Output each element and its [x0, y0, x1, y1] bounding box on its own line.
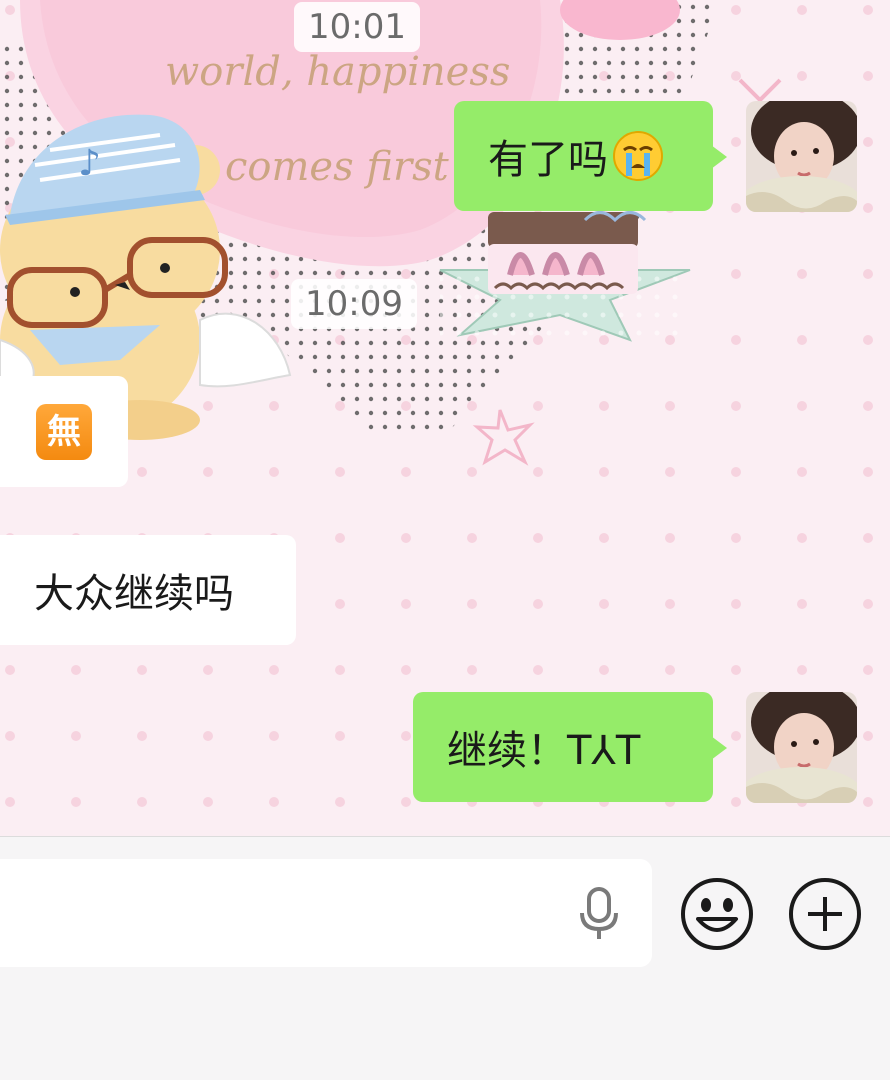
outgoing-message-bubble[interactable]: 继续！T⅄T [413, 692, 727, 802]
time-label: 10:01 [294, 2, 420, 52]
plus-icon[interactable] [788, 877, 862, 951]
outgoing-message-bubble[interactable]: 有了吗 [454, 101, 727, 211]
incoming-message-bubble[interactable]: 大众继续吗 [0, 535, 296, 645]
message-input[interactable] [0, 859, 652, 967]
free-of-charge-icon: 無 [36, 403, 92, 460]
message-text: 继续！T⅄T [447, 728, 641, 774]
time-label: 10:09 [291, 279, 417, 329]
input-bar [0, 836, 890, 1080]
svg-text:♪: ♪ [78, 143, 101, 184]
crying-face-icon [612, 130, 664, 182]
svg-text:world, happiness: world, happiness [165, 49, 510, 95]
avatar[interactable] [746, 692, 857, 803]
emoji-icon[interactable] [680, 877, 754, 951]
message-text: 有了吗 [488, 137, 608, 183]
incoming-message-bubble[interactable]: 無 [0, 376, 128, 487]
message-text: 大众继续吗 [34, 571, 234, 617]
microphone-icon[interactable] [562, 875, 636, 949]
svg-text:comes first: comes first [225, 144, 450, 190]
avatar[interactable] [746, 101, 857, 212]
chat-screen: world, happiness comes first ♪ 10:01 10:… [0, 0, 890, 1080]
